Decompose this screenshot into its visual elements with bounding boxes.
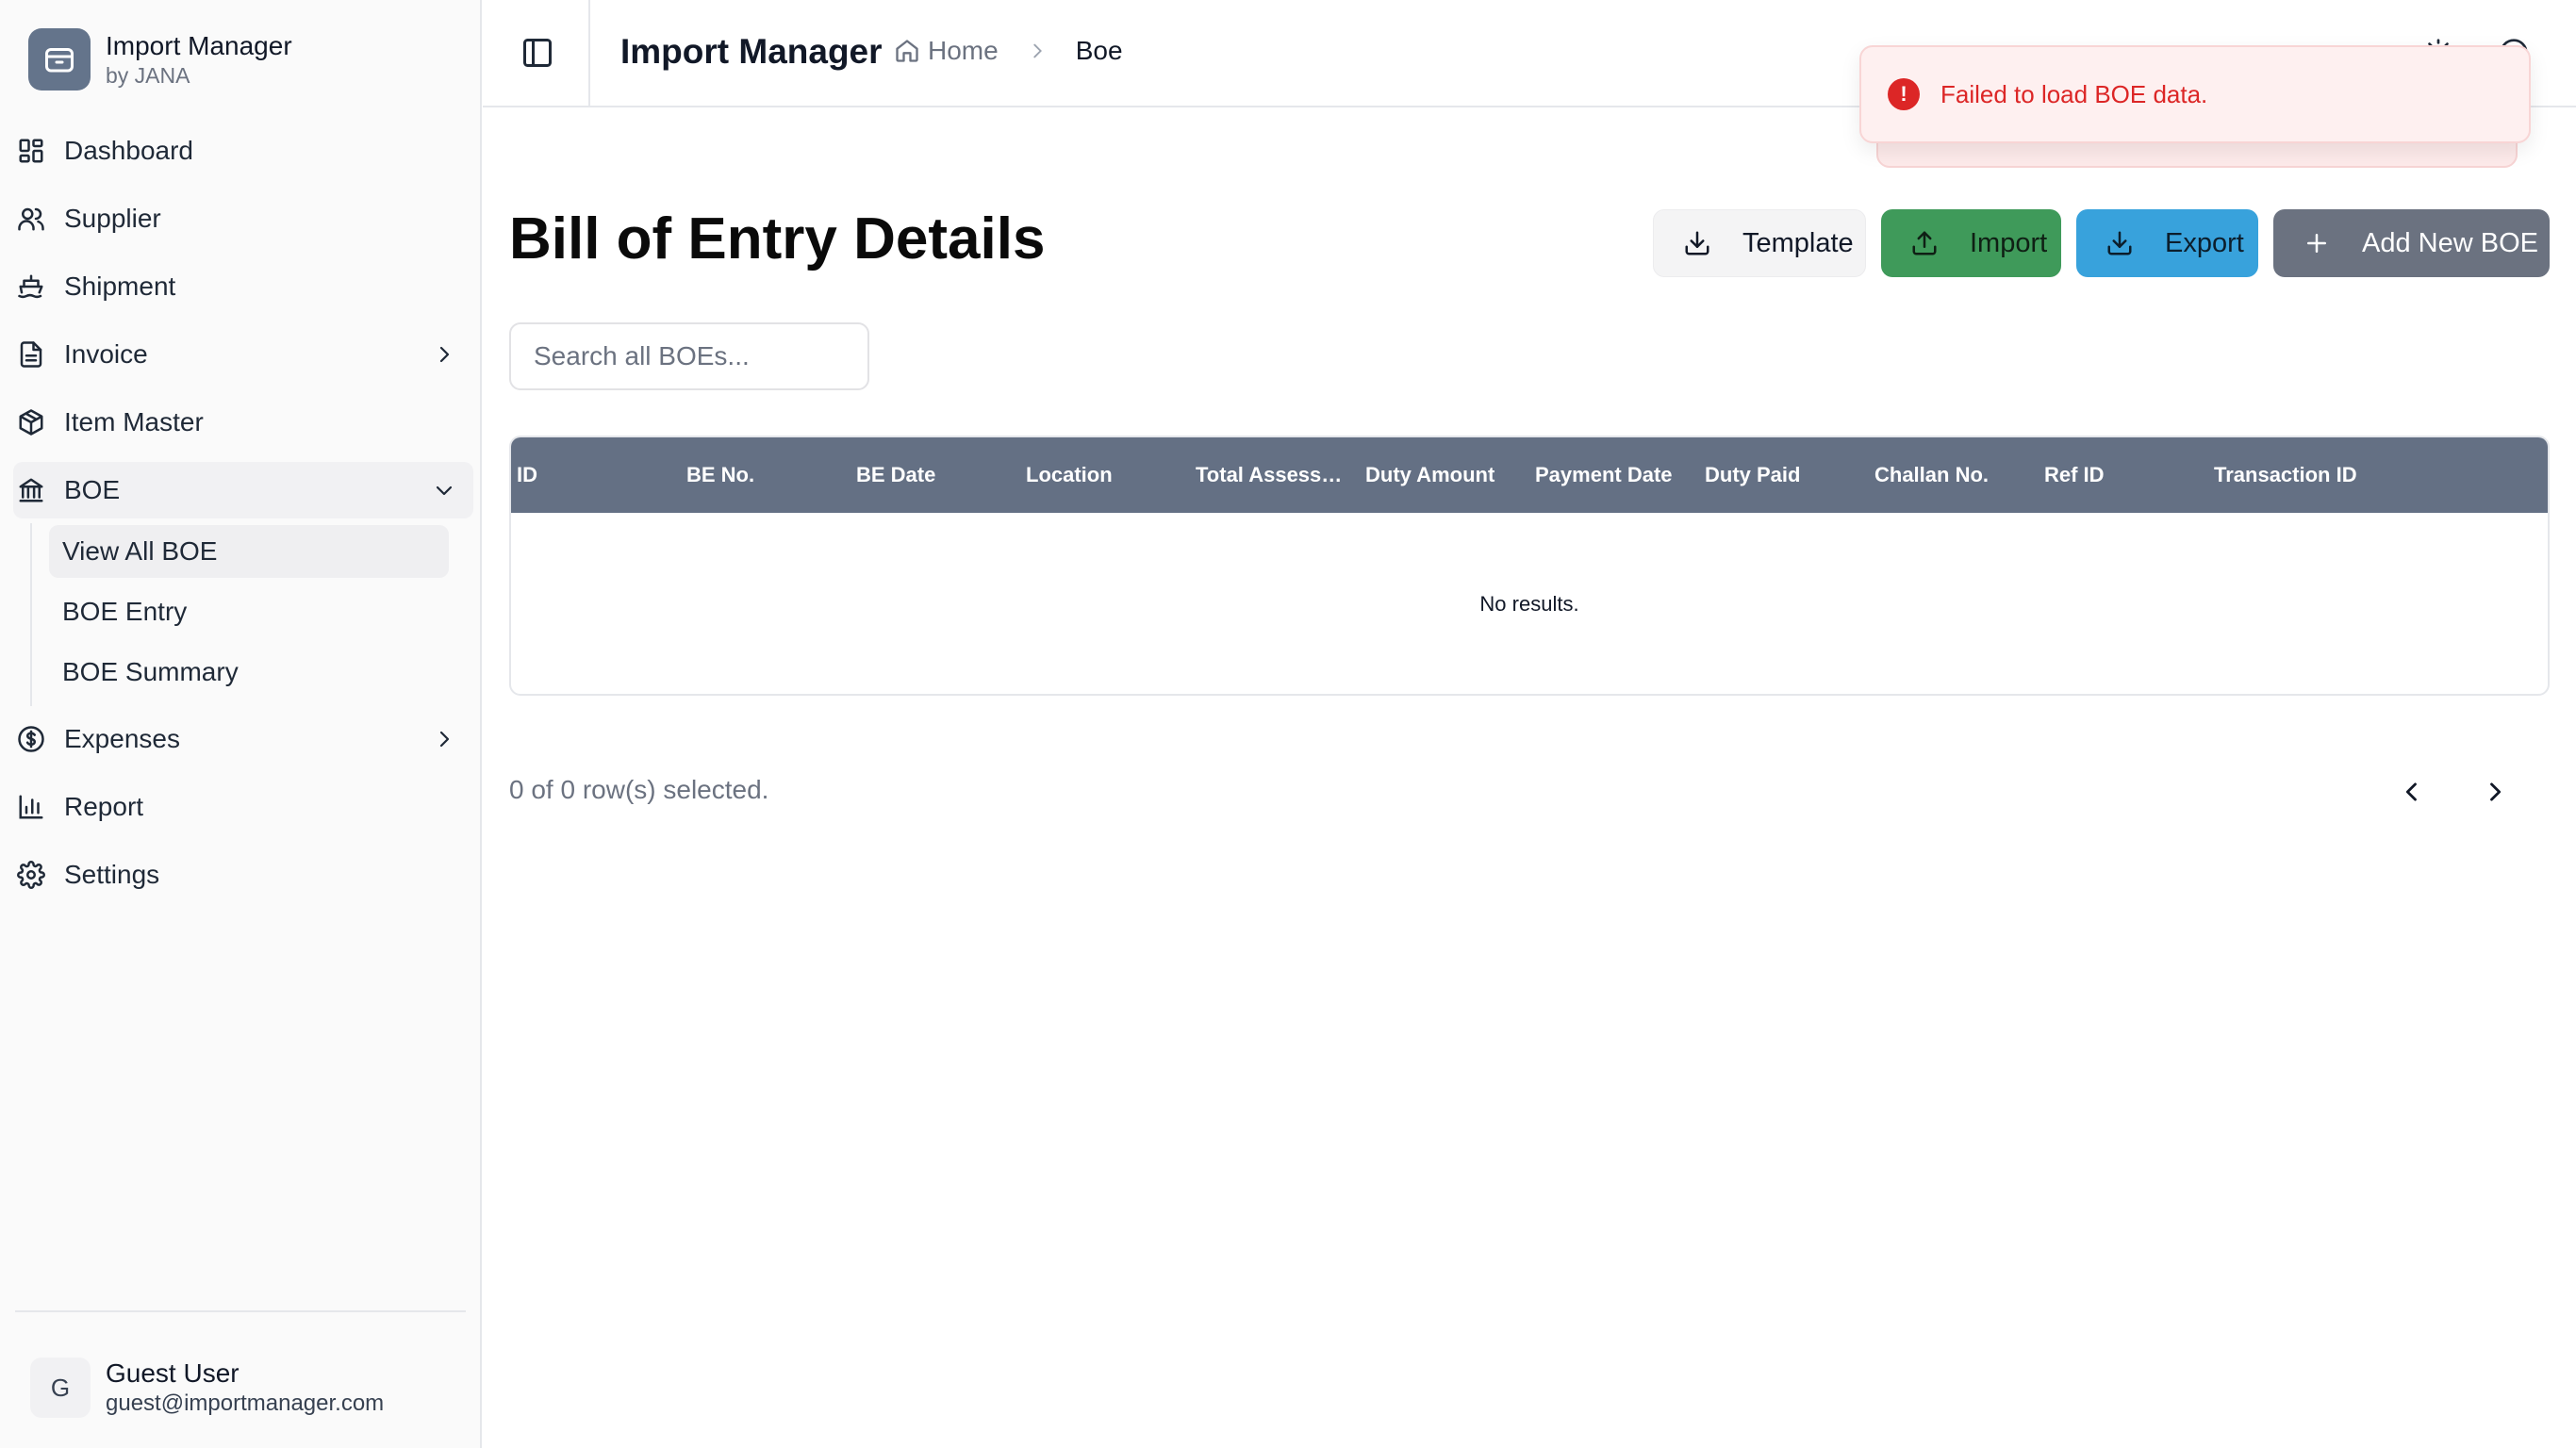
home-icon [896, 40, 918, 62]
plus-icon [2298, 224, 2336, 262]
sidebar-item-label: Report [64, 792, 144, 821]
sidebar-item-label: Supplier [64, 204, 161, 233]
empty-state: No results. [1479, 592, 1579, 616]
row-selection-status: 0 of 0 row(s) selected. [509, 775, 769, 804]
chevron-right-icon [2490, 782, 2502, 801]
column-header-challan-no[interactable]: Challan No. [1874, 437, 1989, 513]
sidebar-item-label: Shipment [64, 272, 176, 301]
import-button[interactable]: Import [1881, 209, 2061, 277]
boe-table: ID BE No. BE Date Location Total Assess…… [509, 436, 2550, 696]
header-title: Import Manager [620, 32, 883, 71]
chevron-left-icon [2405, 782, 2417, 801]
download-template-button[interactable]: Template [1653, 209, 1866, 277]
next-page-button[interactable] [2474, 771, 2516, 813]
sidebar-item-report[interactable]: Report [13, 779, 473, 835]
file-text-icon [15, 338, 47, 370]
sidebar-subitem-view-all-boe[interactable]: View All BOE [49, 525, 449, 578]
brand-title: Import Manager [106, 31, 292, 60]
column-header-duty-paid[interactable]: Duty Paid [1705, 437, 1800, 513]
chevron-down-icon [428, 474, 460, 506]
download-icon [2101, 224, 2138, 262]
chevron-right-icon [428, 338, 460, 370]
sidebar-toggle-button[interactable] [519, 34, 556, 72]
brand[interactable]: Import Manager by JANA [28, 28, 292, 90]
users-icon [15, 203, 47, 235]
table-header: ID BE No. BE Date Location Total Assess…… [511, 437, 2548, 513]
breadcrumb-current: Boe [1075, 36, 1123, 65]
sidebar-item-label: Settings [64, 860, 160, 889]
sidebar-item-invoice[interactable]: Invoice [13, 326, 473, 383]
dashboard-icon [15, 135, 47, 167]
upload-icon [1906, 224, 1943, 262]
sidebar: Import Manager by JANA Dashboard Supplie… [0, 0, 482, 1448]
brand-byline: by JANA [106, 63, 190, 88]
sidebar-item-label: BOE [64, 475, 121, 504]
download-icon [1678, 224, 1716, 262]
sidebar-item-settings[interactable]: Settings [13, 847, 473, 903]
add-new-boe-label: Add New BOE [2362, 227, 2538, 258]
chevron-right-icon [1027, 41, 1048, 61]
column-header-be-date[interactable]: BE Date [856, 437, 935, 513]
export-button[interactable]: Export [2076, 209, 2258, 277]
sidebar-item-dashboard[interactable]: Dashboard [13, 123, 473, 179]
search-input[interactable] [509, 322, 869, 390]
column-header-location[interactable]: Location [1026, 437, 1113, 513]
bar-chart-icon [15, 791, 47, 823]
error-toast[interactable]: ! Failed to load BOE data. [1859, 45, 2531, 143]
toast-message: Failed to load BOE data. [1940, 79, 2208, 108]
panel-left-icon [523, 39, 552, 67]
column-header-total-assessable[interactable]: Total Assess… [1196, 437, 1342, 513]
column-header-payment-date[interactable]: Payment Date [1535, 437, 1673, 513]
boe-submenu: View All BOE BOE Entry BOE Summary [30, 523, 449, 706]
chevron-right-icon [428, 723, 460, 755]
sidebar-item-label: Invoice [64, 339, 148, 369]
user-name: Guest User [106, 1358, 239, 1388]
template-label: Template [1742, 227, 1854, 258]
sidebar-item-expenses[interactable]: Expenses [13, 711, 473, 767]
sidebar-item-label: Item Master [64, 407, 204, 436]
sidebar-item-shipment[interactable]: Shipment [13, 258, 473, 315]
sidebar-divider [15, 1310, 466, 1312]
breadcrumb: Home Boe [894, 36, 1123, 66]
user-menu[interactable]: G Guest User guest@importmanager.com [30, 1358, 384, 1418]
column-header-ref-id[interactable]: Ref ID [2044, 437, 2105, 513]
landmark-icon [15, 474, 47, 506]
import-label: Import [1970, 227, 2048, 258]
sidebar-subitem-boe-entry[interactable]: BOE Entry [32, 585, 436, 638]
export-label: Export [2165, 227, 2244, 258]
package-logo-icon [28, 28, 91, 90]
gear-icon [15, 859, 47, 891]
sidebar-item-boe[interactable]: BOE [13, 462, 473, 518]
package-icon [15, 406, 47, 438]
add-new-boe-button[interactable]: Add New BOE [2273, 209, 2550, 277]
avatar: G [30, 1358, 91, 1418]
sidebar-subitem-boe-summary[interactable]: BOE Summary [32, 646, 436, 699]
alert-circle-icon: ! [1888, 78, 1920, 110]
sidebar-item-supplier[interactable]: Supplier [13, 190, 473, 247]
column-header-be-no[interactable]: BE No. [686, 437, 754, 513]
sidebar-item-item-master[interactable]: Item Master [13, 394, 473, 451]
sidebar-item-label: Dashboard [64, 136, 193, 165]
sidebar-item-label: Expenses [64, 724, 180, 753]
column-header-duty-amount[interactable]: Duty Amount [1365, 437, 1494, 513]
column-header-id[interactable]: ID [517, 437, 537, 513]
ship-icon [15, 271, 47, 303]
header-divider [588, 0, 590, 106]
page-title: Bill of Entry Details [509, 206, 1046, 272]
breadcrumb-home[interactable]: Home [894, 36, 999, 66]
user-email: guest@importmanager.com [106, 1390, 385, 1416]
column-header-transaction-id[interactable]: Transaction ID [2214, 437, 2357, 513]
breadcrumb-home-label: Home [928, 36, 999, 65]
dollar-circle-icon [15, 723, 47, 755]
previous-page-button[interactable] [2391, 771, 2433, 813]
